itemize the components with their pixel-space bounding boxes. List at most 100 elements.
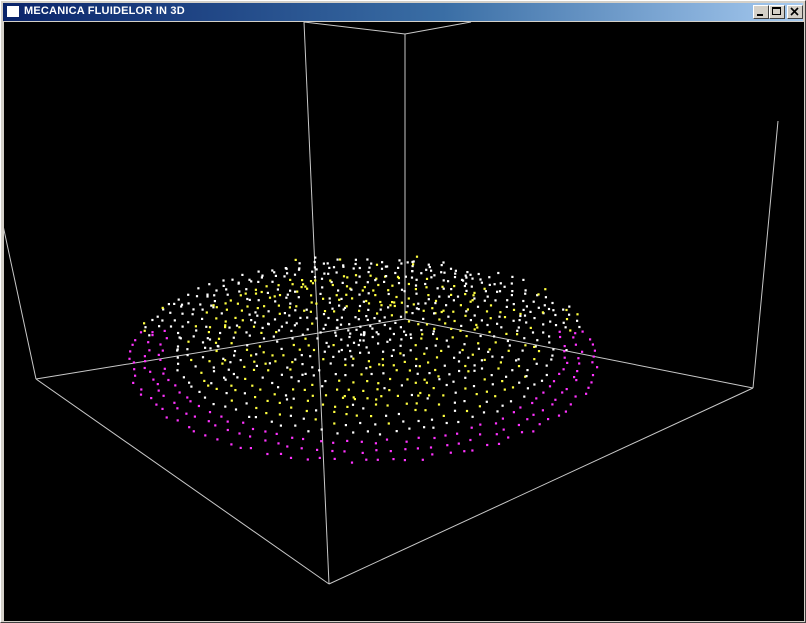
particle [361,451,364,454]
particle [552,309,555,312]
particle [201,356,205,359]
particle [230,384,233,387]
app-window: MECANICA FLUIDELOR IN 3D [0,0,806,623]
particle [260,290,263,294]
particle [306,328,309,331]
particle [249,435,252,438]
particle [581,350,584,353]
title-bar[interactable]: MECANICA FLUIDELOR IN 3D [3,3,803,21]
particle [389,304,392,307]
particle [327,272,330,275]
particle [423,378,426,381]
particle [572,336,575,339]
particle [331,283,334,287]
particle [162,372,165,375]
particle [537,306,540,309]
particle [159,358,162,361]
particle [373,317,376,320]
particle [403,459,406,462]
particle [254,288,257,291]
box-edge [328,387,754,585]
close-button[interactable] [787,5,803,19]
particle [262,315,265,318]
particle [128,357,131,360]
particle [470,285,473,288]
particle [286,272,289,275]
particle [134,374,137,377]
particle [277,284,280,287]
particle [208,283,211,286]
particle [390,354,393,357]
particle [358,293,361,296]
particle [280,373,283,376]
particle [417,308,420,311]
particle [355,328,358,331]
particle [263,305,266,308]
particle [377,382,380,385]
app-icon[interactable] [6,5,20,18]
particle [421,458,424,461]
particle [519,312,522,315]
particle [352,431,355,434]
particle [268,362,271,365]
particle [298,267,301,270]
particle [289,456,293,459]
particle [307,430,310,433]
particle [277,304,280,307]
particle [132,361,135,364]
particle [369,365,372,369]
particle [433,327,436,330]
particle [562,368,565,371]
particle [144,360,147,363]
particle [367,351,370,354]
particle [500,326,503,329]
particle [486,295,489,298]
particle [494,422,498,425]
particle [291,361,294,364]
particle [393,304,396,308]
particle [525,305,528,308]
particle [299,316,302,319]
particle [518,381,521,384]
maximize-icon [772,7,781,15]
particle [547,418,550,421]
particle [319,292,322,295]
particle [395,430,398,433]
particle [257,270,260,273]
particle [162,394,165,397]
render-viewport[interactable] [4,22,804,621]
particle [343,395,346,398]
particle [591,343,594,346]
particle [392,364,395,367]
particle [245,402,248,405]
particle [215,306,218,309]
particle [483,287,486,290]
particle [399,315,403,318]
particle [294,290,297,293]
particle [418,365,421,368]
particle [400,338,403,341]
particle [167,378,170,382]
particle [488,348,491,351]
particle [176,345,180,348]
particle [224,320,227,323]
particle [440,310,443,314]
particle [412,303,415,306]
particle [446,444,449,447]
particle [516,329,519,332]
particle [350,288,353,291]
particle [248,298,251,301]
particle [454,269,457,272]
maximize-button[interactable] [769,5,785,19]
particle [375,398,378,401]
minimize-button[interactable] [753,5,769,19]
particle [488,283,491,286]
particle [207,384,210,387]
particle [494,395,497,398]
particle [381,358,384,361]
particle [565,349,568,352]
particle [485,390,488,393]
particle [177,298,180,301]
particle [275,331,278,334]
particle [347,329,350,332]
